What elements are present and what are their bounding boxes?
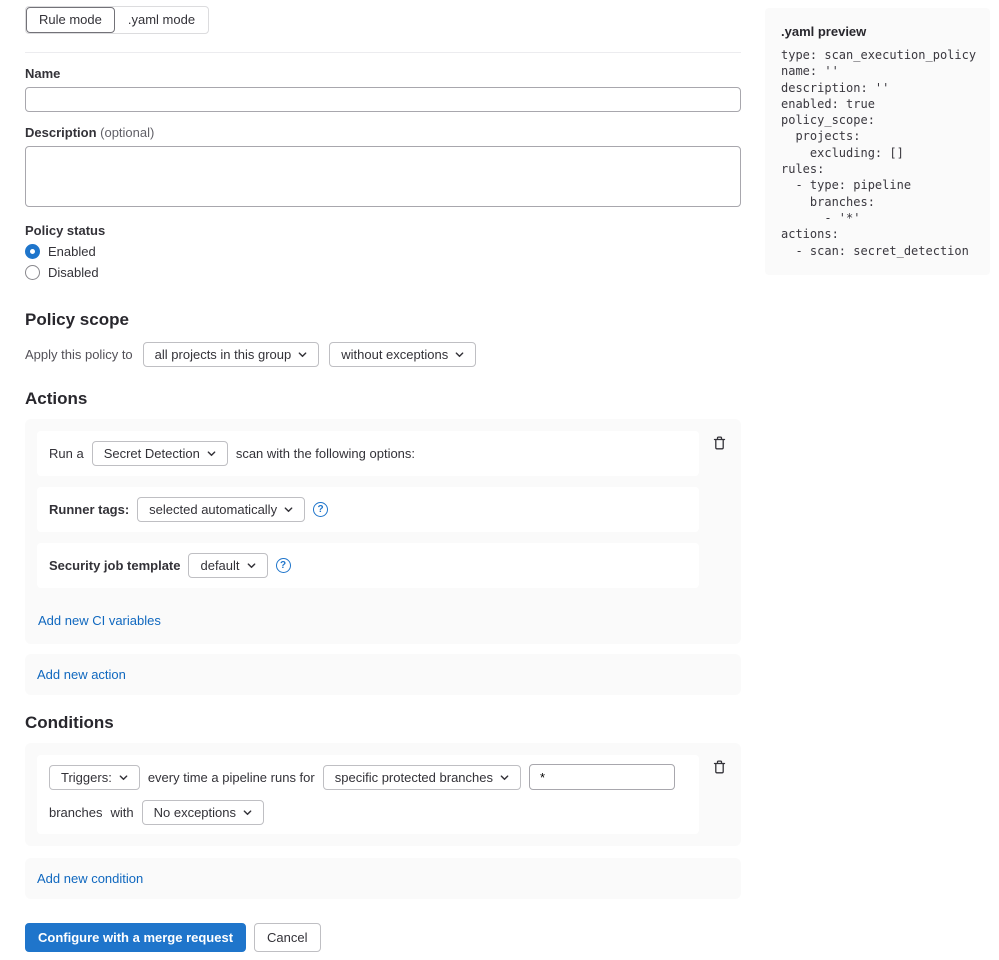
runner-tags-label: Runner tags:	[49, 502, 129, 517]
add-action-strip: Add new action	[25, 654, 741, 695]
projects-scope-dropdown-label: all projects in this group	[155, 347, 292, 362]
job-template-row: Security job template default ?	[37, 543, 699, 588]
form-footer: Configure with a merge request Cancel	[25, 923, 741, 960]
add-new-condition-link[interactable]: Add new condition	[37, 871, 143, 886]
add-new-action-link[interactable]: Add new action	[37, 667, 126, 682]
chevron-down-icon	[500, 773, 509, 782]
pipeline-runs-text: every time a pipeline runs for	[148, 770, 315, 785]
apply-policy-text: Apply this policy to	[25, 347, 133, 362]
runner-tags-dropdown[interactable]: selected automatically	[137, 497, 305, 522]
chevron-down-icon	[243, 808, 252, 817]
branches-text: branches	[49, 805, 102, 820]
radio-disabled-label: Disabled	[48, 265, 99, 280]
runner-tags-dropdown-label: selected automatically	[149, 502, 277, 517]
question-circle-icon[interactable]: ?	[276, 558, 291, 573]
delete-action-button[interactable]	[710, 433, 729, 453]
name-label: Name	[25, 66, 741, 81]
cancel-button[interactable]: Cancel	[254, 923, 320, 952]
scan-type-dropdown-label: Secret Detection	[104, 446, 200, 461]
trash-icon	[712, 759, 727, 775]
name-input[interactable]	[25, 87, 741, 112]
chevron-down-icon	[247, 561, 256, 570]
job-template-dropdown-label: default	[200, 558, 239, 573]
run-a-text: Run a	[49, 446, 84, 461]
policy-status-enabled-option[interactable]: Enabled	[25, 244, 741, 259]
configure-merge-request-button[interactable]: Configure with a merge request	[25, 923, 246, 952]
add-condition-strip: Add new condition	[25, 858, 741, 899]
chevron-down-icon	[119, 773, 128, 782]
editor-mode-toggle: Rule mode .yaml mode	[25, 6, 209, 34]
runner-tags-row: Runner tags: selected automatically ?	[37, 487, 699, 532]
condition-card-content: Triggers: every time a pipeline runs for…	[37, 755, 699, 834]
policy-scope-heading: Policy scope	[25, 310, 741, 330]
rule-mode-button[interactable]: Rule mode	[26, 7, 115, 33]
radio-enabled-label: Enabled	[48, 244, 96, 259]
chevron-down-icon	[298, 350, 307, 359]
branch-type-dropdown[interactable]: specific protected branches	[323, 765, 521, 790]
branch-type-dropdown-label: specific protected branches	[335, 770, 493, 785]
description-label: Description (optional)	[25, 125, 741, 140]
triggers-dropdown[interactable]: Triggers:	[49, 765, 140, 790]
action-card: Run a Secret Detection scan with the fol…	[25, 419, 741, 644]
radio-disabled[interactable]	[25, 265, 40, 280]
condition-card: Triggers: every time a pipeline runs for…	[25, 743, 741, 846]
condition-rule-row: Triggers: every time a pipeline runs for…	[37, 755, 699, 834]
branch-pattern-input[interactable]	[529, 764, 675, 790]
with-text: with	[110, 805, 133, 820]
policy-editor-page: Rule mode .yaml mode Name Description (o…	[0, 0, 999, 960]
radio-enabled[interactable]	[25, 244, 40, 259]
description-optional-text: (optional)	[100, 125, 154, 140]
actions-heading: Actions	[25, 389, 741, 409]
scan-type-dropdown[interactable]: Secret Detection	[92, 441, 228, 466]
delete-condition-button[interactable]	[710, 757, 729, 777]
yaml-preview-code: type: scan_execution_policy name: '' des…	[781, 47, 974, 259]
action-card-content: Run a Secret Detection scan with the fol…	[37, 431, 699, 632]
chevron-down-icon	[455, 350, 464, 359]
policy-editor-main: Rule mode .yaml mode Name Description (o…	[25, 0, 741, 960]
action-scan-row: Run a Secret Detection scan with the fol…	[37, 431, 699, 476]
policy-status-disabled-option[interactable]: Disabled	[25, 265, 741, 280]
conditions-heading: Conditions	[25, 713, 741, 733]
scope-exceptions-dropdown-label: without exceptions	[341, 347, 448, 362]
condition-trash-col	[699, 755, 729, 777]
projects-scope-dropdown[interactable]: all projects in this group	[143, 342, 320, 367]
yaml-preview-title: .yaml preview	[781, 24, 974, 39]
description-label-text: Description	[25, 125, 97, 140]
chevron-down-icon	[207, 449, 216, 458]
policy-scope-row: Apply this policy to all projects in thi…	[25, 342, 741, 367]
description-textarea[interactable]	[25, 146, 741, 207]
policy-status-label: Policy status	[25, 223, 741, 238]
branch-exceptions-dropdown[interactable]: No exceptions	[142, 800, 264, 825]
divider	[25, 52, 741, 53]
trash-icon	[712, 435, 727, 451]
action-trash-col	[699, 431, 729, 453]
yaml-mode-button[interactable]: .yaml mode	[115, 7, 208, 33]
branch-exceptions-dropdown-label: No exceptions	[154, 805, 236, 820]
scope-exceptions-dropdown[interactable]: without exceptions	[329, 342, 476, 367]
yaml-preview-panel: .yaml preview type: scan_execution_polic…	[765, 8, 990, 275]
scan-options-text: scan with the following options:	[236, 446, 415, 461]
chevron-down-icon	[284, 505, 293, 514]
question-circle-icon[interactable]: ?	[313, 502, 328, 517]
job-template-dropdown[interactable]: default	[188, 553, 267, 578]
triggers-dropdown-label: Triggers:	[61, 770, 112, 785]
job-template-label: Security job template	[49, 558, 180, 573]
add-ci-variables-link[interactable]: Add new CI variables	[38, 613, 161, 628]
